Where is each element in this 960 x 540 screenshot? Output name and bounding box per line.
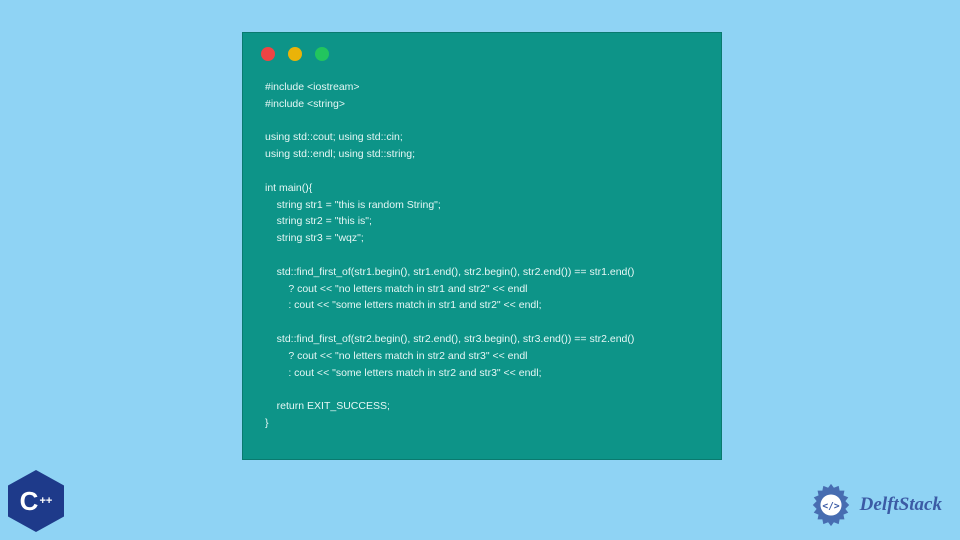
minimize-icon: [288, 47, 302, 61]
window-controls: [243, 33, 721, 69]
cpp-hexagon-icon: C ++: [8, 470, 64, 532]
cpp-letter: C: [20, 486, 39, 517]
maximize-icon: [315, 47, 329, 61]
svg-text:</>: </>: [822, 501, 840, 512]
code-content: #include <iostream> #include <string> us…: [243, 69, 721, 442]
code-window: #include <iostream> #include <string> us…: [242, 32, 722, 460]
cpp-badge: C ++: [8, 470, 66, 532]
brand-gear-icon: </>: [808, 482, 854, 528]
close-icon: [261, 47, 275, 61]
cpp-plus: ++: [39, 498, 52, 506]
brand-name: DelftStack: [860, 494, 942, 516]
brand-logo: </> DelftStack: [808, 482, 942, 528]
